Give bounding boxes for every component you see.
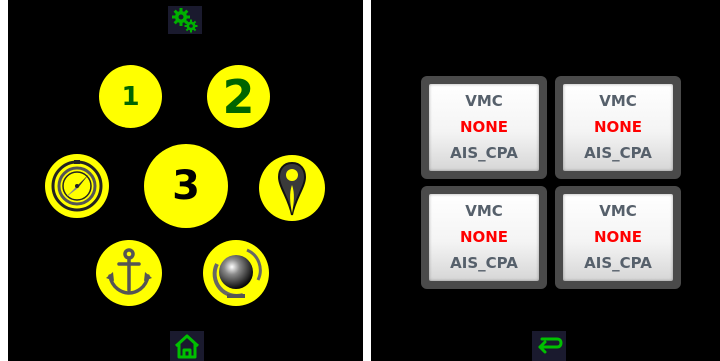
globe-button[interactable] bbox=[203, 240, 269, 306]
ais-tile-3[interactable]: VMC NONE AIS_CPA bbox=[421, 186, 547, 289]
tile-2-label-top: VMC bbox=[599, 91, 637, 110]
anchor-button[interactable] bbox=[96, 240, 162, 306]
tile-4-label-bottom: AIS_CPA bbox=[584, 254, 652, 273]
tile-3-value: NONE bbox=[459, 227, 509, 246]
right-panel: VMC NONE AIS_CPA VMC NONE AIS_CPA VMC NO… bbox=[371, 0, 720, 361]
anchor-icon bbox=[106, 248, 152, 295]
back-arrow-icon[interactable] bbox=[532, 331, 566, 361]
location-button[interactable] bbox=[259, 155, 325, 221]
tile-4-value: NONE bbox=[593, 227, 643, 246]
gears-icon[interactable] bbox=[168, 6, 202, 34]
button-1-label: 1 bbox=[121, 81, 140, 112]
compass-button[interactable] bbox=[45, 154, 109, 218]
compass-icon bbox=[51, 160, 103, 212]
tile-2-label-bottom: AIS_CPA bbox=[584, 144, 652, 163]
tile-3-label-bottom: AIS_CPA bbox=[450, 254, 518, 273]
button-2-label: 2 bbox=[222, 69, 255, 124]
tile-2-value: NONE bbox=[593, 117, 643, 136]
ais-tile-2[interactable]: VMC NONE AIS_CPA bbox=[555, 76, 681, 179]
ais-tile-1[interactable]: VMC NONE AIS_CPA bbox=[421, 76, 547, 179]
button-2[interactable]: 2 bbox=[207, 65, 270, 128]
location-pin-icon bbox=[277, 161, 307, 216]
button-3-label: 3 bbox=[172, 163, 200, 209]
tile-1-label-bottom: AIS_CPA bbox=[450, 144, 518, 163]
button-3[interactable]: 3 bbox=[144, 144, 228, 228]
left-panel: 1 2 3 bbox=[8, 0, 363, 361]
tile-1-value: NONE bbox=[459, 117, 509, 136]
home-icon[interactable] bbox=[170, 331, 204, 361]
button-1[interactable]: 1 bbox=[99, 65, 162, 128]
tile-4-label-top: VMC bbox=[599, 201, 637, 220]
globe-icon bbox=[212, 248, 262, 298]
tile-3-label-top: VMC bbox=[465, 201, 503, 220]
tile-1-label-top: VMC bbox=[465, 91, 503, 110]
ais-tile-4[interactable]: VMC NONE AIS_CPA bbox=[555, 186, 681, 289]
